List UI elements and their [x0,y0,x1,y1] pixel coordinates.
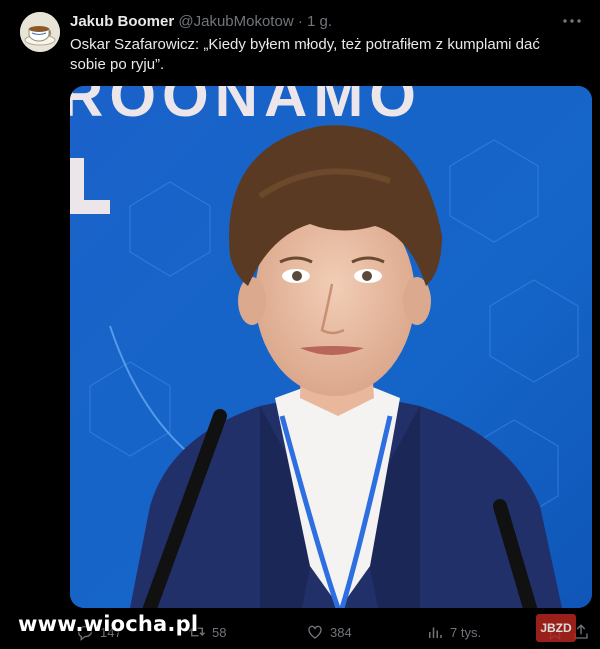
author-name[interactable]: Jakub Boomer [70,13,174,30]
avatar-teacup-image [20,12,60,52]
views-count: 7 tys. [450,624,482,640]
backdrop-text: ROONAMO [70,86,422,129]
tweet-text: Oskar Szafarowicz: „Kiedy byłem młody, t… [70,36,540,73]
more-icon[interactable] [560,10,584,32]
site-watermark: www.wiocha.pl [18,612,199,636]
heart-icon [308,625,322,639]
avatar[interactable] [20,12,60,52]
tweet-photo[interactable]: ROONAMO [70,86,592,608]
like-count: 384 [330,624,352,640]
like-button[interactable]: 384 [306,620,352,644]
tweet-header: Jakub Boomer @JakubMokotow · 1 g. [70,13,332,31]
source-badge: JBZD [536,614,576,642]
retweet-count: 58 [212,624,227,640]
separator-dot: · [297,13,303,30]
views-icon [429,627,442,638]
tweet: Jakub Boomer @JakubMokotow · 1 g. Oskar … [0,0,600,649]
views-button[interactable]: 7 tys. [426,620,481,644]
photo-illustration: ROONAMO [70,86,592,608]
timestamp[interactable]: 1 g. [307,13,332,30]
author-handle[interactable]: @JakubMokotow [178,13,293,30]
